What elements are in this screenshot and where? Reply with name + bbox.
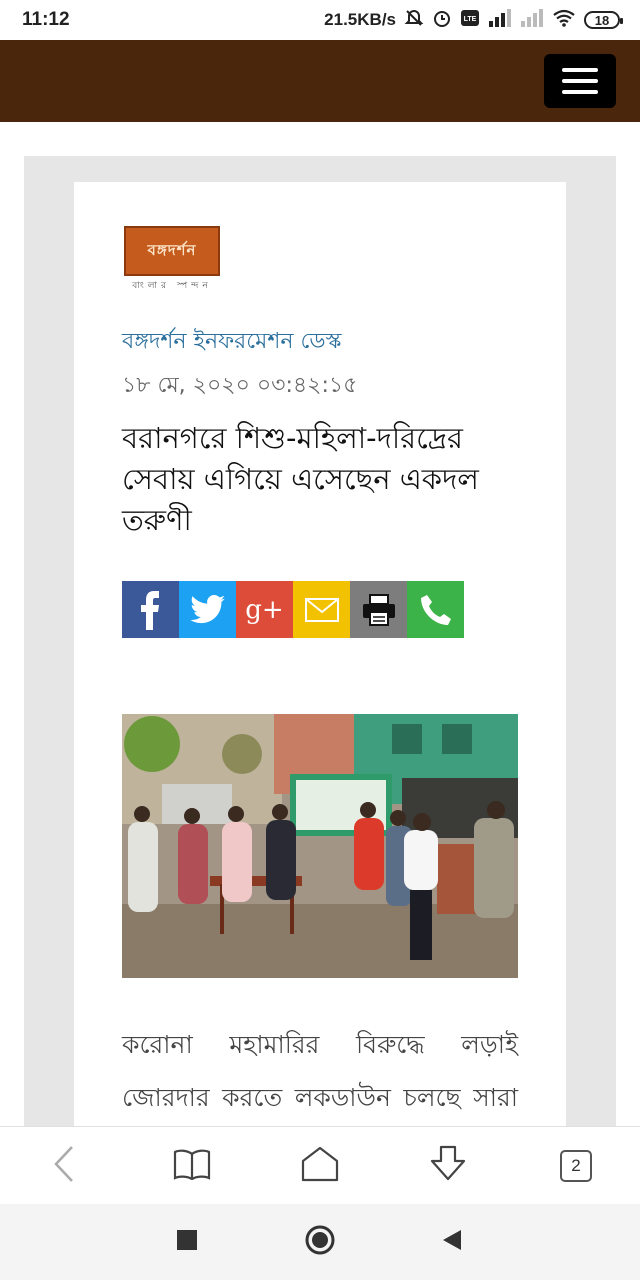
- system-back-button[interactable]: [420, 1218, 484, 1266]
- home-icon: [301, 1146, 339, 1186]
- article-date: ১৮ মে, ২০২০ ০৩:৪২:১৫: [122, 373, 358, 398]
- share-google-plus-button[interactable]: g+: [236, 581, 293, 638]
- network-speed: 21.5KB/s: [324, 10, 396, 29]
- signal-icon: [488, 8, 512, 32]
- article-photo[interactable]: [122, 714, 518, 978]
- print-button[interactable]: [350, 581, 407, 638]
- google-plus-icon: g+: [245, 594, 284, 625]
- battery-icon: 18: [584, 11, 623, 29]
- status-time: 11:12: [22, 9, 70, 30]
- status-bar: 11:12 21.5KB/s LTE 18: [0, 0, 640, 40]
- tabs-icon: 2: [560, 1149, 592, 1182]
- article-card: বঙ্গদর্শন বাংলার স্পন্দন বঙ্গদর্শন ইনফরম…: [74, 182, 566, 1126]
- twitter-icon: [189, 594, 226, 625]
- share-facebook-button[interactable]: [122, 581, 179, 638]
- svg-text:LTE: LTE: [464, 16, 477, 23]
- back-icon: [52, 1145, 76, 1187]
- hamburger-icon-line: [562, 68, 598, 72]
- site-logo[interactable]: বঙ্গদর্শন: [124, 226, 220, 276]
- article-headline: বরানগরে শিশু-মহিলা-দরিদ্রের সেবায় এগিয়…: [122, 421, 479, 537]
- hamburger-icon-line: [562, 79, 598, 83]
- home-button[interactable]: [288, 1134, 352, 1198]
- menu-button[interactable]: [544, 54, 616, 108]
- share-bar: g+: [122, 581, 464, 638]
- article-author[interactable]: বঙ্গদর্শন ইনফরমেশন ডেস্ক: [122, 324, 341, 361]
- print-icon: [362, 593, 396, 626]
- facebook-icon: [136, 590, 166, 630]
- home-circle-icon: [304, 1224, 336, 1260]
- volte-icon: LTE: [460, 8, 480, 33]
- mute-icon: [404, 8, 424, 33]
- download-icon: [428, 1145, 468, 1187]
- hamburger-icon-line: [562, 90, 598, 94]
- article-paragraph: করোনা মহামারির বিরুদ্ধে লড়াই জোরদার করত…: [122, 1030, 518, 1112]
- site-logo-tagline: বাংলার স্পন্দন: [132, 281, 212, 291]
- system-home-button[interactable]: [288, 1218, 352, 1266]
- email-icon: [304, 597, 339, 622]
- site-header: [0, 40, 640, 122]
- status-icons: 21.5KB/s LTE 18: [324, 8, 623, 33]
- browser-toolbar: 2: [0, 1126, 640, 1204]
- download-button[interactable]: [416, 1134, 480, 1198]
- tabs-button[interactable]: 2: [544, 1134, 608, 1198]
- recents-icon: [177, 1230, 197, 1254]
- share-twitter-button[interactable]: [179, 581, 236, 638]
- signal-2-icon: [520, 8, 544, 32]
- alarm-icon: [432, 8, 452, 33]
- browser-back-button[interactable]: [32, 1134, 96, 1198]
- call-button[interactable]: [407, 581, 464, 638]
- phone-icon: [419, 593, 453, 627]
- bookmarks-icon: [173, 1148, 211, 1184]
- wifi-icon: [552, 9, 576, 32]
- share-email-button[interactable]: [293, 581, 350, 638]
- back-triangle-icon: [441, 1229, 463, 1255]
- recents-button[interactable]: [155, 1218, 219, 1266]
- bookmarks-button[interactable]: [160, 1134, 224, 1198]
- system-nav-bar: [0, 1204, 640, 1280]
